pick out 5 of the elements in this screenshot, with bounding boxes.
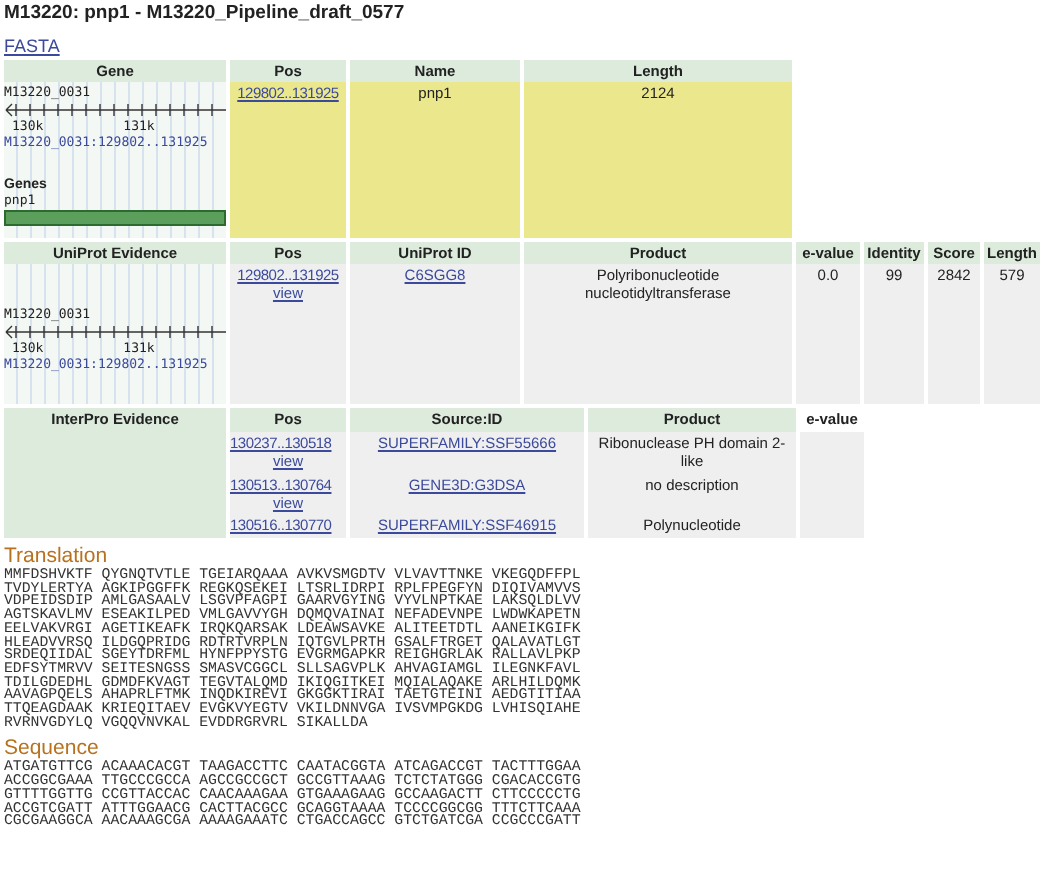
section-heading: Translation — [4, 544, 108, 568]
gene-feature-bar[interactable] — [4, 210, 226, 226]
section-heading: Sequence — [4, 736, 99, 761]
page-title: M13220: pnp1 - M13220_Pipeline_draft_0577 — [4, 2, 405, 24]
fasta-link[interactable]: FASTA — [4, 36, 60, 56]
